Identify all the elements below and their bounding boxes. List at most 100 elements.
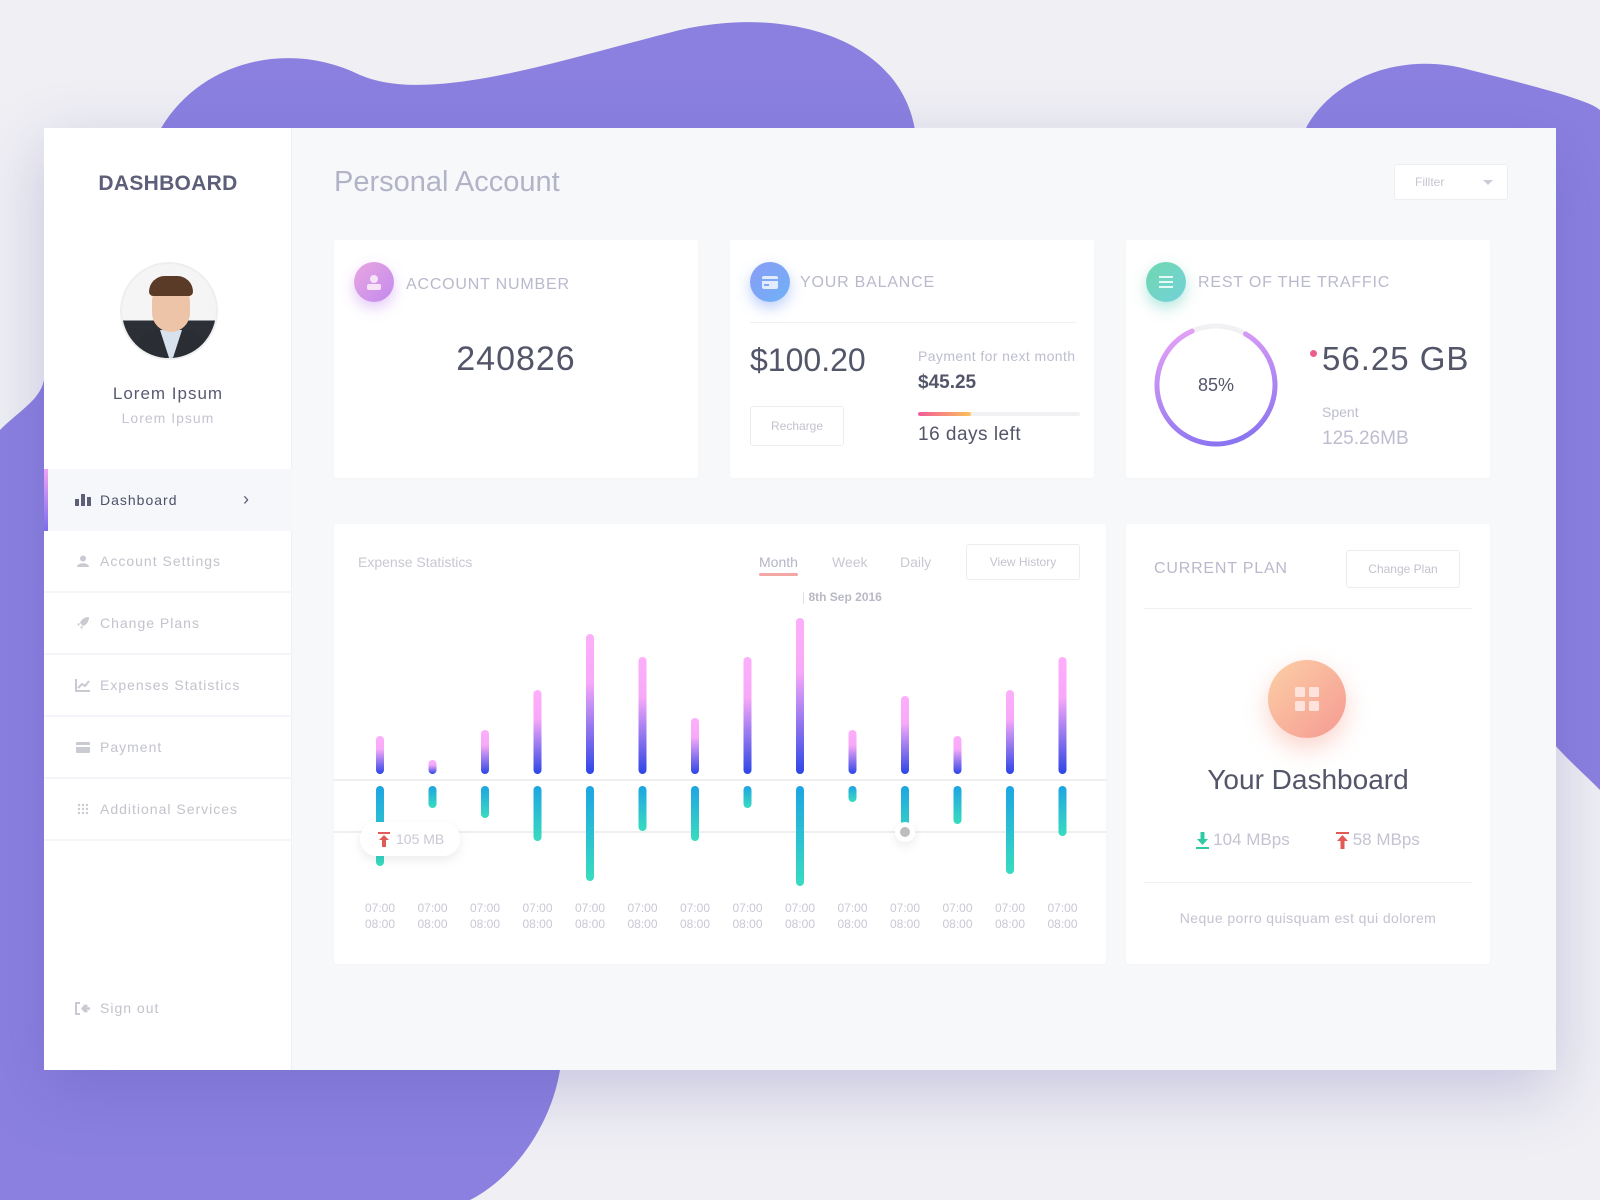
current-plan-card: CURRENT PLAN Change Plan Your Dashboard … [1126,524,1490,964]
sidebar-item-payment[interactable]: Payment [44,717,292,779]
x-tick-bottom: 08:00 [522,917,553,931]
avatar[interactable] [120,262,218,360]
download-bar[interactable] [1058,786,1067,836]
sidebar-item-label: Expenses Statistics [100,677,241,693]
status-dot [1310,350,1317,357]
upload-speed-value: 58 MBps [1352,830,1420,849]
download-bar[interactable] [1006,786,1014,874]
upload-bar[interactable] [1006,690,1014,774]
credit-card-icon [74,740,92,754]
sign-out-button[interactable]: Sign out [74,1000,159,1016]
sidebar-item-label: Additional Services [100,801,239,817]
chevron-right-icon: › [243,489,250,509]
x-tick-label: 07:00 08:00 [988,900,1032,932]
x-tick-label: 07:00 08:00 [568,900,612,932]
x-tick-top: 07:00 [942,901,973,915]
balance-amount: $100.20 [750,342,866,378]
upload-bar[interactable] [533,690,542,774]
upload-bar[interactable] [1058,657,1067,774]
x-tick-label: 07:00 08:00 [621,900,665,932]
upload-bar[interactable] [796,618,804,774]
spent-label: Spent [1322,404,1359,420]
spent-value: 125.26MB [1322,428,1409,449]
download-bar[interactable] [638,786,647,831]
grid-dots-icon [74,802,92,816]
x-tick-bottom: 08:00 [889,917,921,931]
brand-title: DASHBOARD [98,172,238,195]
highlight-dot [900,827,910,837]
x-tick-top: 07:00 [732,901,763,915]
recharge-button[interactable]: Recharge [750,406,844,446]
x-tick-bottom: 08:00 [732,917,763,931]
plan-speeds: 104 MBps 58 MBps [1126,830,1490,850]
card-title: REST OF THE TRAFFIC [1198,274,1391,291]
sidebar-item-additional-services[interactable]: Additional Services [44,779,292,841]
traffic-percent: 85% [1197,375,1235,395]
upload-bar[interactable] [481,730,489,774]
download-bar[interactable] [691,786,699,841]
account-number-card: ACCOUNT NUMBER 240826 [334,240,698,478]
x-tick-label: 07:00 08:00 [831,900,875,932]
download-bar[interactable] [481,786,489,818]
upload-bar[interactable] [586,634,594,774]
upload-bar[interactable] [848,730,857,774]
sidebar-item-account-settings[interactable]: Account Settings [44,531,292,593]
sidebar-item-dashboard[interactable]: Dashboard › [44,469,292,531]
x-tick-top: 07:00 [1047,901,1078,915]
x-tick-top: 07:00 [522,901,553,915]
sidebar-item-change-plans[interactable]: Change Plans [44,593,292,655]
download-bar[interactable] [743,786,752,808]
x-tick-label: 07:00 08:00 [358,900,402,932]
upload-bar[interactable] [691,718,699,774]
x-tick-bottom: 08:00 [784,917,816,931]
grid-icon [1295,687,1319,711]
x-tick-top: 07:00 [837,901,868,915]
x-tick-bottom: 08:00 [994,917,1026,931]
dashboard-window: DASHBOARD Lorem Ipsum Lorem Ipsum Dashbo… [44,128,1556,1070]
change-plan-button[interactable]: Change Plan [1346,550,1460,588]
download-bar[interactable] [533,786,542,841]
upload-icon [1335,831,1349,849]
chart-tooltip: 105 MB [360,822,460,856]
download-bar[interactable] [428,786,437,808]
x-tick-label: 07:00 08:00 [936,900,980,932]
x-tick-label: 07:00 08:00 [463,900,507,932]
x-tick-label: 07:00 08:00 [516,900,560,932]
download-bar[interactable] [848,786,857,802]
tooltip-value: 105 MB [396,831,444,847]
sidebar-item-expenses-statistics[interactable]: Expenses Statistics [44,655,292,717]
x-tick-label: 07:00 08:00 [778,900,822,932]
x-tick-bottom: 08:00 [942,917,973,931]
x-tick-label: 07:00 08:00 [411,900,455,932]
x-tick-bottom: 08:00 [1047,917,1078,931]
sidebar: DASHBOARD Lorem Ipsum Lorem Ipsum Dashbo… [44,128,292,1070]
bars-group [376,618,1067,886]
download-bar[interactable] [796,786,804,886]
filter-dropdown[interactable]: Fillter [1394,164,1508,200]
page-title: Personal Account [334,166,560,198]
x-tick-bottom: 08:00 [837,917,868,931]
upload-bar[interactable] [428,760,437,774]
expense-statistics-card: Expense Statistics Month Week Daily View… [334,524,1106,964]
divider [1144,608,1472,609]
upload-bar[interactable] [901,696,909,774]
upload-bar[interactable] [376,736,384,774]
upload-bar[interactable] [638,657,647,774]
sidebar-item-label: Change Plans [100,615,200,631]
card-title: YOUR BALANCE [800,274,935,291]
divider [1144,882,1472,883]
download-bar[interactable] [953,786,962,824]
upload-bar[interactable] [743,657,752,774]
card-title: CURRENT PLAN [1154,560,1288,577]
upload-bar[interactable] [953,736,962,774]
sign-out-label: Sign out [100,1000,160,1016]
plan-icon [1268,660,1346,738]
user-subtitle: Lorem Ipsum [121,410,215,426]
upload-speed: 58 MBps [1335,830,1420,850]
download-bar[interactable] [586,786,594,881]
user-name: Lorem Ipsum [112,384,224,403]
menu-icon [1146,262,1186,302]
expense-bar-chart: 105 MB [334,618,1106,886]
x-tick-bottom: 08:00 [364,917,396,931]
balance-card: YOUR BALANCE $100.20 Recharge Payment fo… [730,240,1094,478]
